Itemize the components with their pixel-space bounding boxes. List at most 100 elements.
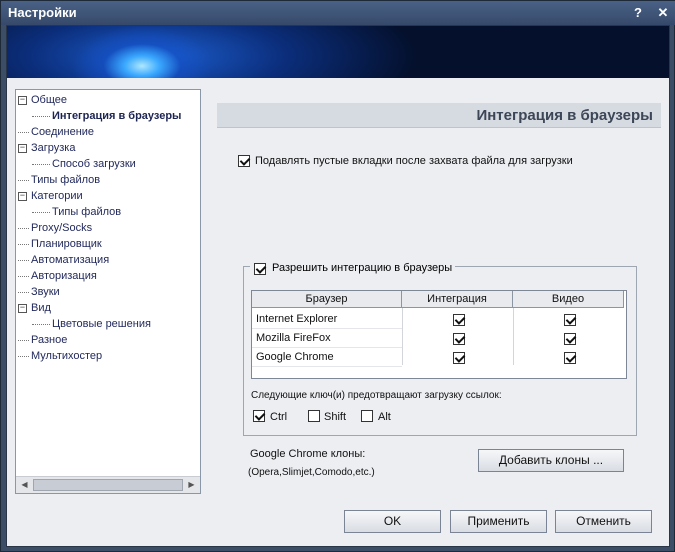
- tree-item-label: Общее: [31, 94, 68, 106]
- tree-item[interactable]: − Общее: [18, 92, 67, 108]
- chrome-video-checkbox[interactable]: [564, 352, 576, 364]
- tree-item-label: Загрузка: [31, 142, 76, 154]
- chrome-clones-hint: (Opera,Slimjet,Comodo,etc.): [248, 467, 375, 478]
- tree-item-label: Способ загрузки: [52, 158, 136, 170]
- tree-item[interactable]: Автоматизация: [18, 252, 109, 268]
- ctrl-checkbox[interactable]: [253, 410, 265, 422]
- table-row[interactable]: Google Chrome: [252, 348, 402, 367]
- tree-item-label: Вид: [31, 302, 51, 314]
- header-banner-image: [7, 26, 669, 78]
- tree-item-label: Типы файлов: [52, 206, 122, 218]
- browser-name: Mozilla FireFox: [256, 332, 331, 344]
- column-header-browser[interactable]: Браузер: [252, 291, 402, 308]
- tree-item[interactable]: Интеграция в браузеры: [32, 108, 181, 124]
- tree-item[interactable]: Соединение: [18, 124, 94, 140]
- tree-item[interactable]: Мультихостер: [18, 348, 102, 364]
- tree-connector: [18, 131, 29, 133]
- tree-item[interactable]: Proxy/Socks: [18, 220, 92, 236]
- apply-button[interactable]: Применить: [450, 510, 547, 533]
- cancel-button[interactable]: Отменить: [555, 510, 652, 533]
- chrome-clones-label: Google Chrome клоны:: [250, 448, 366, 460]
- tree-item-label: Proxy/Socks: [31, 222, 93, 234]
- add-clones-button[interactable]: Добавить клоны ...: [478, 449, 624, 472]
- firefox-video-checkbox[interactable]: [564, 333, 576, 345]
- ie-integration-checkbox[interactable]: [453, 314, 465, 326]
- scroll-left-icon[interactable]: ◀: [17, 478, 32, 492]
- browsers-table: Браузер Интеграция Видео Internet Explor…: [251, 290, 627, 379]
- alt-label: Alt: [378, 411, 391, 423]
- ie-video-checkbox[interactable]: [564, 314, 576, 326]
- tree-connector: [32, 115, 50, 117]
- tree-item[interactable]: Планировщик: [18, 236, 102, 252]
- ctrl-label: Ctrl: [270, 411, 288, 423]
- tree-connector: [18, 275, 29, 277]
- dialog-client-area: − Общее Интеграция в браузеры Соединение − За…: [6, 25, 670, 547]
- tree-item-label: Типы файлов: [31, 174, 101, 186]
- tree-connector: [32, 211, 50, 213]
- help-icon[interactable]: ?: [629, 4, 647, 22]
- browser-name: Google Chrome: [256, 351, 334, 363]
- ok-button[interactable]: OK: [344, 510, 441, 533]
- tree-item-label: Соединение: [31, 126, 95, 138]
- tree-item[interactable]: − Вид: [18, 300, 51, 316]
- settings-tree[interactable]: − Общее Интеграция в браузеры Соединение − За…: [15, 89, 201, 494]
- tree-collapse-icon[interactable]: −: [18, 303, 27, 313]
- title-bar[interactable]: Настройки ? ✕: [1, 1, 675, 25]
- tree-connector: [18, 339, 29, 341]
- tree-horizontal-scrollbar[interactable]: ◀ ▶: [16, 476, 200, 493]
- shift-checkbox[interactable]: [308, 410, 320, 422]
- tree-item-label: Планировщик: [31, 238, 102, 250]
- integration-group-title: Разрешить интеграцию в браузеры: [250, 262, 456, 276]
- tree-item[interactable]: Способ загрузки: [32, 156, 136, 172]
- column-divider: [402, 308, 403, 365]
- scrollbar-thumb[interactable]: [33, 479, 183, 491]
- tree-item[interactable]: Авторизация: [18, 268, 97, 284]
- firefox-integration-checkbox[interactable]: [453, 333, 465, 345]
- tree-item-label: Интеграция в браузеры: [52, 110, 182, 122]
- tree-item[interactable]: Разное: [18, 332, 67, 348]
- tree-collapse-icon[interactable]: −: [18, 95, 27, 105]
- tree-collapse-icon[interactable]: −: [18, 143, 27, 153]
- allow-integration-label: Разрешить интеграцию в браузеры: [272, 262, 453, 274]
- chrome-integration-checkbox[interactable]: [453, 352, 465, 364]
- tree-item-label: Автоматизация: [31, 254, 110, 266]
- column-divider: [513, 308, 514, 365]
- tree-item[interactable]: − Категории: [18, 188, 83, 204]
- keys-label: Следующие ключ(и) предотвращают загрузку…: [251, 390, 502, 401]
- window-title: Настройки: [8, 5, 77, 20]
- scroll-right-icon[interactable]: ▶: [184, 478, 199, 492]
- close-icon[interactable]: ✕: [654, 4, 672, 22]
- tree-connector: [18, 227, 29, 229]
- tree-connector: [18, 243, 29, 245]
- tree-connector: [18, 259, 29, 261]
- tree-item[interactable]: Типы файлов: [32, 204, 121, 220]
- tree-item-label: Цветовые решения: [52, 318, 151, 330]
- tree-item-label: Разное: [31, 334, 68, 346]
- table-row[interactable]: Internet Explorer: [252, 310, 402, 329]
- tree-connector: [32, 323, 50, 325]
- suppress-empty-tabs-label: Подавлять пустые вкладки после захвата ф…: [255, 155, 573, 167]
- section-header: Интеграция в браузеры: [217, 103, 661, 128]
- browser-name: Internet Explorer: [256, 313, 338, 325]
- tree-item-label: Звуки: [31, 286, 60, 298]
- shift-label: Shift: [324, 411, 347, 423]
- tree-connector: [18, 291, 29, 293]
- tree-item-label: Категории: [31, 190, 83, 202]
- settings-window: Настройки ? ✕ − Общее Интеграция в браузер…: [0, 0, 675, 552]
- table-row[interactable]: Mozilla FireFox: [252, 329, 402, 348]
- alt-checkbox[interactable]: [361, 410, 373, 422]
- tree-item-label: Мультихостер: [31, 350, 103, 362]
- tree-item-label: Авторизация: [31, 270, 97, 282]
- tree-collapse-icon[interactable]: −: [18, 191, 27, 201]
- tree-item[interactable]: Цветовые решения: [32, 316, 151, 332]
- suppress-empty-tabs-checkbox[interactable]: [238, 155, 250, 167]
- tree-connector: [18, 179, 29, 181]
- tree-item[interactable]: Типы файлов: [18, 172, 100, 188]
- tree-item[interactable]: − Загрузка: [18, 140, 75, 156]
- column-header-integration[interactable]: Интеграция: [402, 291, 513, 308]
- tree-connector: [18, 355, 29, 357]
- allow-integration-checkbox[interactable]: [254, 263, 266, 275]
- tree-item[interactable]: Звуки: [18, 284, 60, 300]
- tree-connector: [32, 163, 50, 165]
- column-header-video[interactable]: Видео: [513, 291, 624, 308]
